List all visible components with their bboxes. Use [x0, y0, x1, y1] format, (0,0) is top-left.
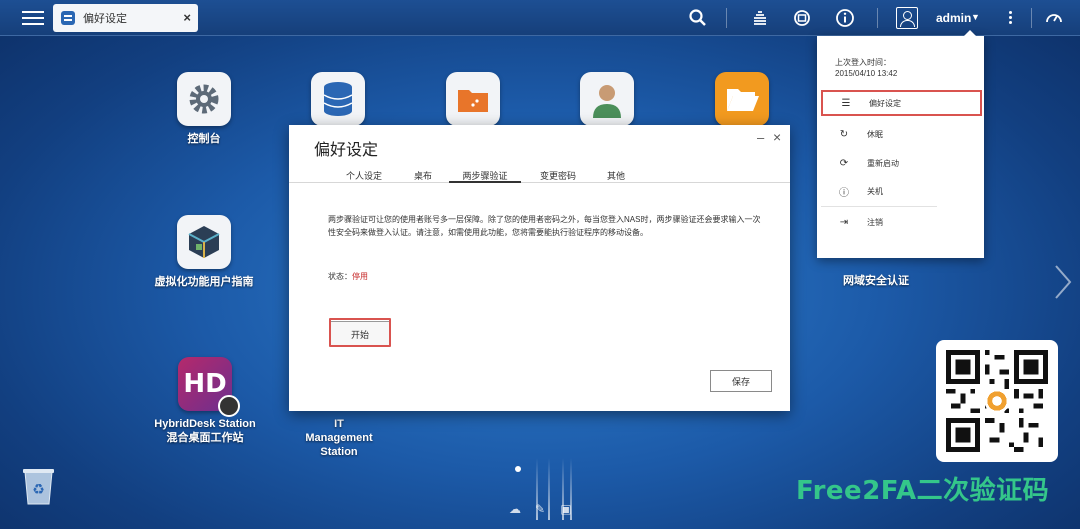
tab-change-password[interactable]: 变更密码: [539, 169, 577, 182]
divider: [726, 8, 727, 28]
top-bar: 偏好设定 × admin ▼: [0, 0, 1080, 36]
app-folder[interactable]: [682, 72, 802, 132]
start-button[interactable]: 开始: [330, 321, 390, 347]
divider: [1031, 8, 1032, 28]
hybriddesk-logo-icon: HD: [178, 357, 240, 417]
tab-wallpaper[interactable]: 桌布: [411, 169, 435, 182]
svg-text:♻: ♻: [32, 481, 45, 497]
menu-item-shutdown[interactable]: ⓘ 关机: [821, 178, 982, 204]
status-line: 状态：停用: [328, 271, 368, 282]
close-icon[interactable]: ×: [773, 129, 781, 145]
tab-other[interactable]: 其他: [606, 169, 626, 182]
user-dropdown-menu: 上次登入时间： 2015/04/10 13:42 ☰ 偏好设定 ↻ 休眠 ⟳ 重…: [817, 30, 984, 258]
status-value: 停用: [352, 272, 368, 281]
page-indicator[interactable]: [515, 466, 521, 472]
recycle-bin-icon[interactable]: ♻: [21, 466, 56, 506]
app-label: 控制台: [187, 133, 221, 145]
cloud-icon[interactable]: ☁: [507, 502, 523, 518]
search-icon[interactable]: [687, 7, 709, 29]
app-hybriddesk-station[interactable]: HD HybridDesk Station 混合桌面工作站: [145, 357, 265, 445]
sync-icon[interactable]: [791, 7, 813, 29]
gear-icon: [177, 72, 231, 126]
tab-two-step-verification[interactable]: 两步骤验证: [449, 169, 521, 183]
chevron-down-icon[interactable]: ▼: [971, 12, 980, 22]
dialog-tabs: 个人设定 桌布 两步骤验证 变更密码 其他: [289, 167, 790, 183]
window-icon[interactable]: ▣: [558, 502, 574, 518]
tab-title: 偏好设定: [83, 13, 127, 25]
menu-item-logout[interactable]: ⇥ 注销: [821, 209, 982, 235]
dock-divider: [548, 458, 550, 520]
menu-item-sleep[interactable]: ↻ 休眠: [821, 121, 982, 147]
app-label: HybridDesk Station 混合桌面工作站: [154, 418, 256, 444]
menu-item-label: 休眠: [867, 129, 883, 139]
sliders-icon: ☰: [841, 97, 851, 109]
folder-icon: [446, 72, 500, 126]
logout-icon: ⇥: [839, 216, 849, 228]
minimize-icon[interactable]: –: [757, 130, 764, 145]
status-label: 状态：: [328, 272, 352, 281]
username[interactable]: admin: [936, 11, 971, 25]
window-tab-preferences[interactable]: 偏好设定 ×: [53, 4, 198, 32]
user-avatar-icon[interactable]: [896, 7, 918, 29]
close-icon[interactable]: ×: [183, 10, 191, 25]
folder-open-icon: [715, 72, 769, 126]
tools-icon[interactable]: ✎: [532, 502, 548, 518]
dialog-title: 偏好设定: [314, 142, 379, 159]
preferences-dialog: 偏好设定 – × 个人设定 桌布 两步骤验证 变更密码 其他 两步骤验证可让您的…: [289, 125, 790, 411]
main-menu-icon[interactable]: [20, 7, 46, 29]
sleep-icon: ↻: [839, 128, 849, 140]
chevron-right-icon[interactable]: [1052, 262, 1074, 302]
virtualization-cube-icon: [177, 215, 231, 269]
tab-personal-settings[interactable]: 个人设定: [345, 169, 383, 182]
last-login-label: 上次登入时间：: [835, 58, 891, 67]
menu-item-label: 重新启动: [867, 158, 899, 168]
app-storage[interactable]: [278, 72, 398, 132]
divider: [877, 8, 878, 28]
app-label: IT Management Station: [305, 418, 373, 458]
database-icon: [311, 72, 365, 126]
task-stack-icon[interactable]: [749, 7, 771, 29]
dashboard-gauge-icon[interactable]: [1043, 7, 1065, 29]
app-it-management-station[interactable]: IT Management Station: [279, 417, 399, 459]
menu-item-label: 偏好设定: [869, 98, 901, 108]
app-file-station[interactable]: [413, 72, 533, 132]
preferences-icon: [61, 11, 75, 25]
app-label: 网域安全认证: [843, 275, 909, 287]
menu-item-label: 关机: [867, 186, 883, 196]
watermark-text: Free2FA二次验证码: [796, 476, 1050, 506]
more-options-icon[interactable]: [1003, 9, 1017, 27]
menu-item-restart[interactable]: ⟳ 重新启动: [821, 150, 982, 176]
menu-divider: [821, 206, 937, 207]
app-virtualization-guide[interactable]: 虚拟化功能用户指南: [144, 215, 264, 289]
power-icon: ⓘ: [839, 187, 849, 199]
menu-item-preferences[interactable]: ☰ 偏好设定: [821, 90, 982, 116]
last-login-value: 2015/04/10 13:42: [835, 69, 898, 78]
two-step-description: 两步骤验证可让您的使用者账号多一层保障。除了您的使用者密码之外，每当您登入NAS…: [328, 215, 761, 237]
app-domain-security[interactable]: 网域安全认证: [816, 274, 936, 288]
download-badge-icon: [218, 395, 240, 417]
qr-code: [936, 340, 1058, 462]
user-icon: [580, 72, 634, 126]
info-icon[interactable]: [834, 7, 856, 29]
save-button[interactable]: 保存: [710, 370, 772, 392]
restart-icon: ⟳: [839, 157, 849, 169]
app-label: 虚拟化功能用户指南: [154, 276, 254, 288]
app-control-panel[interactable]: 控制台: [144, 72, 264, 146]
menu-item-label: 注销: [867, 217, 883, 227]
app-users[interactable]: [547, 72, 667, 132]
